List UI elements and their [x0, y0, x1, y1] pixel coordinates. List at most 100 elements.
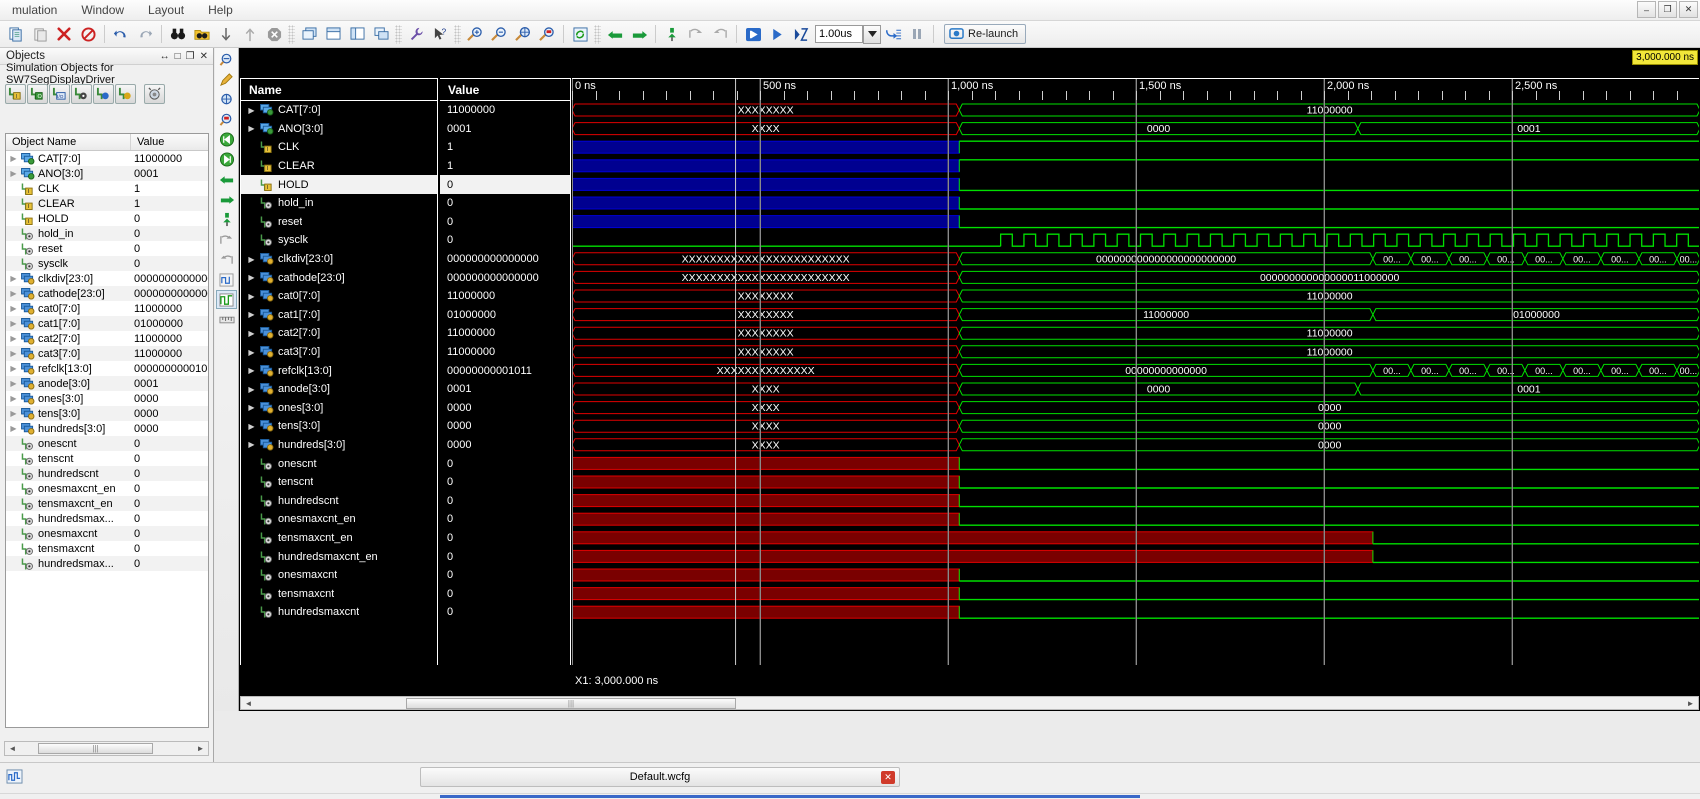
waveform-signal-row[interactable]: ▶ICLEAR	[241, 157, 437, 176]
objects-row[interactable]: ▶onesmaxcnt_en0	[6, 481, 208, 496]
search-objects-icon[interactable]	[144, 84, 165, 104]
delete-icon[interactable]	[52, 23, 76, 46]
waveform-signal-row[interactable]: ▶sysclk	[241, 231, 437, 250]
find-next-icon[interactable]	[214, 23, 238, 46]
add-marker-icon[interactable]	[660, 23, 684, 46]
zoom-fit-icon[interactable]	[216, 90, 237, 109]
waveform-canvas[interactable]: 0 ns 500 ns 1,000 ns 1,500 ns 2,000 ns 2,500 …	[572, 78, 1699, 665]
prev-marker-icon[interactable]	[684, 23, 708, 46]
expand-arrow-icon[interactable]: ▶	[9, 154, 18, 163]
objects-row[interactable]: ▶hundredscnt0	[6, 466, 208, 481]
waveform-signal-row[interactable]: ▶ hundreds[3:0]	[241, 436, 437, 455]
waveform-signal-row[interactable]: ▶onescnt	[241, 454, 437, 473]
objects-row[interactable]: ▶ cat2[7:0] 11000000	[6, 331, 208, 346]
menu-item-help[interactable]: Help	[196, 1, 245, 19]
next-marker-icon[interactable]	[708, 23, 732, 46]
objects-row[interactable]: ▶ CAT[7:0] 11000000	[6, 151, 208, 166]
waveform-signal-row[interactable]: ▶ clkdiv[23:0]	[241, 250, 437, 269]
zoom-in-icon[interactable]	[463, 23, 487, 46]
goto-start-icon[interactable]	[216, 130, 237, 149]
expand-arrow-icon[interactable]: ▶	[247, 366, 256, 375]
ruler-icon[interactable]	[216, 310, 237, 329]
snap-to-transition-icon[interactable]	[216, 270, 237, 289]
objects-row[interactable]: ▶hundredsmax...0	[6, 556, 208, 571]
objects-hscrollbar[interactable]: ◄ ||| ►	[4, 741, 209, 756]
objects-row[interactable]: ▶onesmaxcnt0	[6, 526, 208, 541]
objects-row[interactable]: ▶reset0	[6, 241, 208, 256]
waveform-signal-row[interactable]: ▶ ANO[3:0]	[241, 120, 437, 139]
objects-row[interactable]: ▶onescnt0	[6, 436, 208, 451]
scroll-left-icon[interactable]: ◄	[5, 744, 20, 753]
waveform-signal-row[interactable]: ▶IHOLD	[241, 175, 437, 194]
paste-icon[interactable]	[28, 23, 52, 46]
expand-arrow-icon[interactable]: ▶	[9, 289, 18, 298]
scroll-right-icon[interactable]: ►	[193, 744, 208, 753]
next-transition-icon[interactable]	[627, 23, 651, 46]
next-transition-icon[interactable]	[216, 190, 237, 209]
expand-arrow-icon[interactable]: ▶	[9, 379, 18, 388]
waveform-signal-row[interactable]: ▶tenscnt	[241, 473, 437, 492]
tab-close-icon[interactable]: ✕	[881, 771, 895, 784]
waveform-signal-row[interactable]: ▶hundredsmaxcnt_en	[241, 547, 437, 566]
output-filter-icon[interactable]: O	[27, 84, 48, 104]
find-icon[interactable]	[166, 23, 190, 46]
waveform-signal-row[interactable]: ▶onesmaxcnt	[241, 566, 437, 585]
objects-row[interactable]: ▶ refclk[13:0] 00000000001011	[6, 361, 208, 376]
expand-arrow-icon[interactable]: ▶	[247, 403, 256, 412]
zoom-marker-icon[interactable]	[216, 110, 237, 129]
split-vertical-icon[interactable]	[345, 23, 369, 46]
objects-row[interactable]: ▶IHOLD0	[6, 211, 208, 226]
waveform-hscrollbar[interactable]: ◄ ||| ►	[240, 696, 1699, 710]
scroll-left-icon[interactable]: ◄	[241, 699, 256, 708]
objects-row[interactable]: ▶ cathode[23:0] 000000000000000	[6, 286, 208, 301]
objects-row[interactable]: ▶tensmaxcnt0	[6, 541, 208, 556]
toolbar-grip[interactable]	[288, 24, 295, 44]
waveform-signal-row[interactable]: ▶hold_in	[241, 194, 437, 213]
float-window-icon[interactable]	[297, 23, 321, 46]
step-icon[interactable]	[881, 23, 905, 46]
objects-scroll-thumb[interactable]: |||	[38, 743, 153, 754]
menu-item-simulation[interactable]: mulation	[0, 1, 69, 19]
menu-item-layout[interactable]: Layout	[136, 1, 196, 19]
toolbar-grip[interactable]	[454, 24, 461, 44]
waveform-signal-row[interactable]: ▶ICLK	[241, 138, 437, 157]
expand-arrow-icon[interactable]: ▶	[9, 319, 18, 328]
expand-arrow-icon[interactable]: ▶	[247, 124, 256, 133]
objects-row[interactable]: ▶ hundreds[3:0] 0000	[6, 421, 208, 436]
disable-icon[interactable]	[76, 23, 100, 46]
objects-row[interactable]: ▶ICLK1	[6, 181, 208, 196]
expand-arrow-icon[interactable]: ▶	[9, 409, 18, 418]
zoom-fit-icon[interactable]	[511, 23, 535, 46]
run-for-time-icon[interactable]	[789, 23, 813, 46]
scroll-right-icon[interactable]: ►	[1683, 699, 1698, 708]
objects-row[interactable]: ▶ cat0[7:0] 11000000	[6, 301, 208, 316]
objects-row[interactable]: ▶tenscnt0	[6, 451, 208, 466]
expand-arrow-icon[interactable]: ▶	[247, 422, 256, 431]
objects-row[interactable]: ▶ ones[3:0] 0000	[6, 391, 208, 406]
waveform-tab-icon[interactable]	[3, 766, 25, 786]
maximize-button[interactable]: ❐	[1658, 1, 1677, 18]
waveform-signal-row[interactable]: ▶ cat2[7:0]	[241, 324, 437, 343]
tab-default-wcfg[interactable]: Default.wcfg ✕	[420, 767, 900, 787]
minimize-button[interactable]: –	[1637, 1, 1656, 18]
zoom-out-icon[interactable]	[487, 23, 511, 46]
close-button[interactable]: ✕	[1679, 1, 1698, 18]
split-horizontal-icon[interactable]	[321, 23, 345, 46]
pencil-icon[interactable]	[216, 70, 237, 89]
expand-arrow-icon[interactable]: ▶	[247, 440, 256, 449]
objects-row[interactable]: ▶hold_in0	[6, 226, 208, 241]
input-filter-icon[interactable]: I	[5, 84, 26, 104]
objects-row[interactable]: ▶ anode[3:0] 0001	[6, 376, 208, 391]
objects-row[interactable]: ▶ clkdiv[23:0] 000000000000000	[6, 271, 208, 286]
waveform-signal-row[interactable]: ▶ cathode[23:0]	[241, 268, 437, 287]
objects-row[interactable]: ▶ cat3[7:0] 11000000	[6, 346, 208, 361]
restore-icon[interactable]: ❐	[186, 51, 195, 62]
waveform-signal-row[interactable]: ▶ anode[3:0]	[241, 380, 437, 399]
expand-arrow-icon[interactable]: ▶	[9, 424, 18, 433]
objects-row[interactable]: ▶tensmaxcnt_en0	[6, 496, 208, 511]
waveform-signal-row[interactable]: ▶ CAT[7:0]	[241, 101, 437, 120]
refresh-icon[interactable]	[568, 23, 592, 46]
expand-arrow-icon[interactable]: ▶	[247, 106, 256, 115]
expand-arrow-icon[interactable]: ▶	[247, 255, 256, 264]
constant-filter-icon[interactable]	[93, 84, 114, 104]
